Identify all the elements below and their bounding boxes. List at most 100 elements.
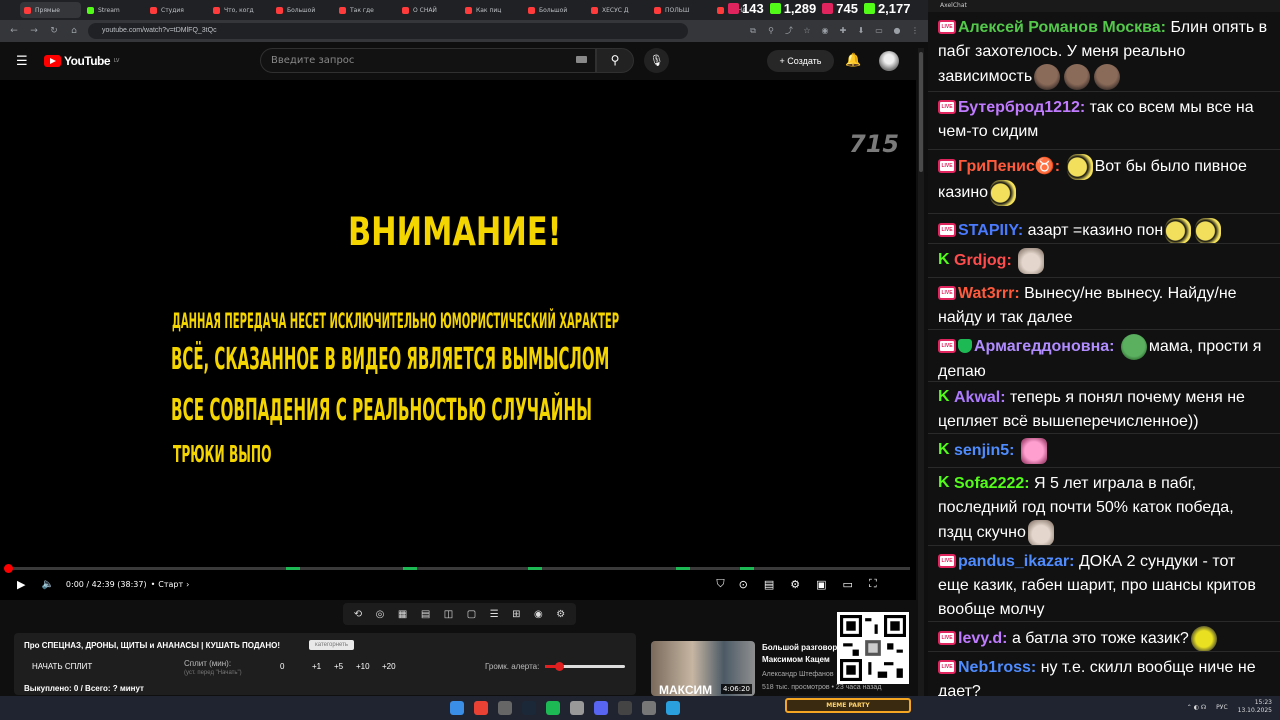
chat-username[interactable]: pandus_ikazar: <box>958 553 1074 570</box>
fullscreen-icon[interactable]: ⛶ <box>869 577 877 591</box>
discord-icon[interactable] <box>594 701 608 715</box>
notifications-bell-icon[interactable]: 🔔 <box>845 53 861 68</box>
size-icon[interactable]: ▢ <box>467 609 476 620</box>
voice-search-button[interactable]: 🎙 <box>644 48 669 73</box>
install-icon[interactable]: ⧉ <box>748 26 758 36</box>
reload-icon[interactable]: ↻ <box>48 25 60 37</box>
zoom-icon[interactable]: ⚲ <box>766 26 776 36</box>
extension-icon[interactable]: ◉ <box>820 26 830 36</box>
subtitles-icon[interactable]: ▤ <box>764 578 774 591</box>
recommendation-title[interactable]: Большой разговор Максимом Кацем <box>762 642 842 666</box>
app-icon[interactable] <box>570 701 584 715</box>
download-icon[interactable]: ⬇ <box>856 26 866 36</box>
spotify-icon[interactable] <box>546 701 560 715</box>
browser-tab[interactable]: Stream <box>83 2 144 18</box>
sidebar-icon[interactable]: ▭ <box>874 26 884 36</box>
film-icon[interactable]: ▤ <box>421 609 430 620</box>
chat-username[interactable]: Sofa2222: <box>954 475 1030 492</box>
browser-tab[interactable]: Большой <box>524 2 585 18</box>
play-icon[interactable]: ▶ <box>17 578 25 591</box>
chat-username[interactable]: STAPIIY: <box>958 222 1023 239</box>
profile-icon[interactable]: ● <box>892 26 902 36</box>
forward-icon[interactable]: → <box>28 25 40 37</box>
home-icon[interactable]: ⌂ <box>68 25 80 37</box>
browser-tab[interactable]: Что, когд <box>209 2 270 18</box>
language-indicator[interactable]: РУС <box>1216 704 1227 711</box>
chevron-right-icon[interactable]: › <box>186 580 189 589</box>
gear-icon[interactable]: ⚙ <box>556 609 565 620</box>
browser-tab[interactable]: Так где <box>335 2 396 18</box>
chat-username[interactable]: Wat3rrr: <box>958 285 1020 302</box>
puzzle-icon[interactable]: ✚ <box>838 26 848 36</box>
chat-username[interactable]: Армагеддоновна: <box>974 338 1114 355</box>
browser-tab[interactable]: Студия <box>146 2 207 18</box>
app-icon[interactable] <box>498 701 512 715</box>
slider-knob[interactable] <box>554 662 564 671</box>
app-icon[interactable] <box>642 701 656 715</box>
chat-message: K Sofa2222: Я 5 лет играла в пабг, послед… <box>928 468 1280 546</box>
keyboard-icon[interactable] <box>576 56 587 63</box>
increment-20-button[interactable]: +20 <box>382 662 396 671</box>
chat-username[interactable]: ГриПенис♉: <box>958 158 1060 175</box>
steam-icon[interactable] <box>522 701 536 715</box>
sponsorblock-icon[interactable]: ⛉ <box>716 577 724 591</box>
cinema-icon[interactable]: ▦ <box>398 609 407 620</box>
clock[interactable]: 15:23 13.10.2025 <box>1238 699 1272 715</box>
volume-icon[interactable]: 🔈 <box>41 579 53 590</box>
meme-party-widget[interactable]: MEME PARTY <box>785 698 911 713</box>
share-icon[interactable]: ⤴ <box>784 26 794 36</box>
avatar[interactable] <box>879 51 899 71</box>
add-icon[interactable]: ⊞ <box>512 609 520 620</box>
settings-gear-icon[interactable]: ⚙ <box>790 578 800 591</box>
url-field[interactable]: youtube.com/watch?v=tDMlFQ_3tQc <box>88 23 688 39</box>
increment-10-button[interactable]: +10 <box>356 662 370 671</box>
split-value[interactable]: 0 <box>280 662 284 671</box>
filter-icon[interactable]: ☰ <box>490 609 499 620</box>
scrollbar[interactable] <box>918 48 924 696</box>
video-progress-bar[interactable] <box>4 564 910 573</box>
browser-tab[interactable]: Большой <box>272 2 333 18</box>
video-line-3: ВСЕ СОВПАДЕНИЯ С РЕАЛЬНОСТЬЮ СЛУЧАЙНЫ <box>171 393 592 428</box>
browser-tab[interactable]: Как пиц <box>461 2 522 18</box>
alert-volume-slider[interactable] <box>545 662 625 671</box>
back-icon[interactable]: ← <box>8 25 20 37</box>
video-player[interactable]: 715 ВНИМАНИЕ! ДАННАЯ ПЕРЕДАЧА НЕСЕТ ИСКЛ… <box>0 80 916 600</box>
start-icon[interactable] <box>450 701 464 715</box>
browser-tab[interactable]: ХЕСУС Д <box>587 2 648 18</box>
browser-tab[interactable]: О СНАЙ <box>398 2 459 18</box>
tray-icons[interactable]: ⌃ ◐ ☊ <box>1187 704 1206 711</box>
telegram-icon[interactable] <box>666 701 680 715</box>
search-button[interactable]: ⚲ <box>596 48 634 73</box>
loop-icon[interactable]: ⟲ <box>354 609 362 620</box>
browser-tab[interactable]: Прямые <box>20 2 81 18</box>
increment-1-button[interactable]: +1 <box>312 662 321 671</box>
chrome-icon[interactable] <box>474 701 488 715</box>
star-icon[interactable]: ☆ <box>802 26 812 36</box>
search-input[interactable]: Введите запрос <box>260 48 596 73</box>
menu-icon[interactable]: ⋮ <box>910 26 920 36</box>
kick-icon: K <box>938 473 950 491</box>
miniplayer-icon[interactable]: ▣ <box>816 578 826 591</box>
chapter-label[interactable]: Старт <box>158 580 183 589</box>
resize-icon[interactable]: ◫ <box>444 609 453 620</box>
audio-icon[interactable]: ◎ <box>376 609 385 620</box>
hamburger-menu-icon[interactable]: ☰ <box>16 54 30 69</box>
chat-username[interactable]: Бутерброд1212: <box>958 99 1085 116</box>
screenshot-icon[interactable]: ◉ <box>534 609 543 620</box>
recommendation-thumbnail[interactable]: МАКСИМ 4:06:20 <box>651 641 755 696</box>
chat-username[interactable]: Neb1ross: <box>958 659 1036 676</box>
start-split-button[interactable]: НАЧАТЬ СПЛИТ <box>32 662 92 671</box>
app-icon[interactable] <box>618 701 632 715</box>
split-category[interactable]: категорнеть <box>309 640 355 650</box>
browser-tab[interactable]: ПОЛЬШ <box>650 2 711 18</box>
chat-username[interactable]: senjin5: <box>954 442 1014 459</box>
theater-mode-icon[interactable]: ▭ <box>843 578 853 591</box>
chat-username[interactable]: Алексей Романов Москва: <box>958 19 1166 36</box>
create-button[interactable]: + Создать <box>767 50 834 72</box>
autoplay-toggle[interactable]: ⊙ <box>739 578 748 591</box>
youtube-logo[interactable]: YouTube LV <box>44 54 119 68</box>
chat-username[interactable]: Grdjog: <box>954 252 1012 269</box>
chat-username[interactable]: levy.d: <box>958 630 1008 647</box>
chat-username[interactable]: Akwal: <box>954 389 1006 406</box>
increment-5-button[interactable]: +5 <box>334 662 343 671</box>
